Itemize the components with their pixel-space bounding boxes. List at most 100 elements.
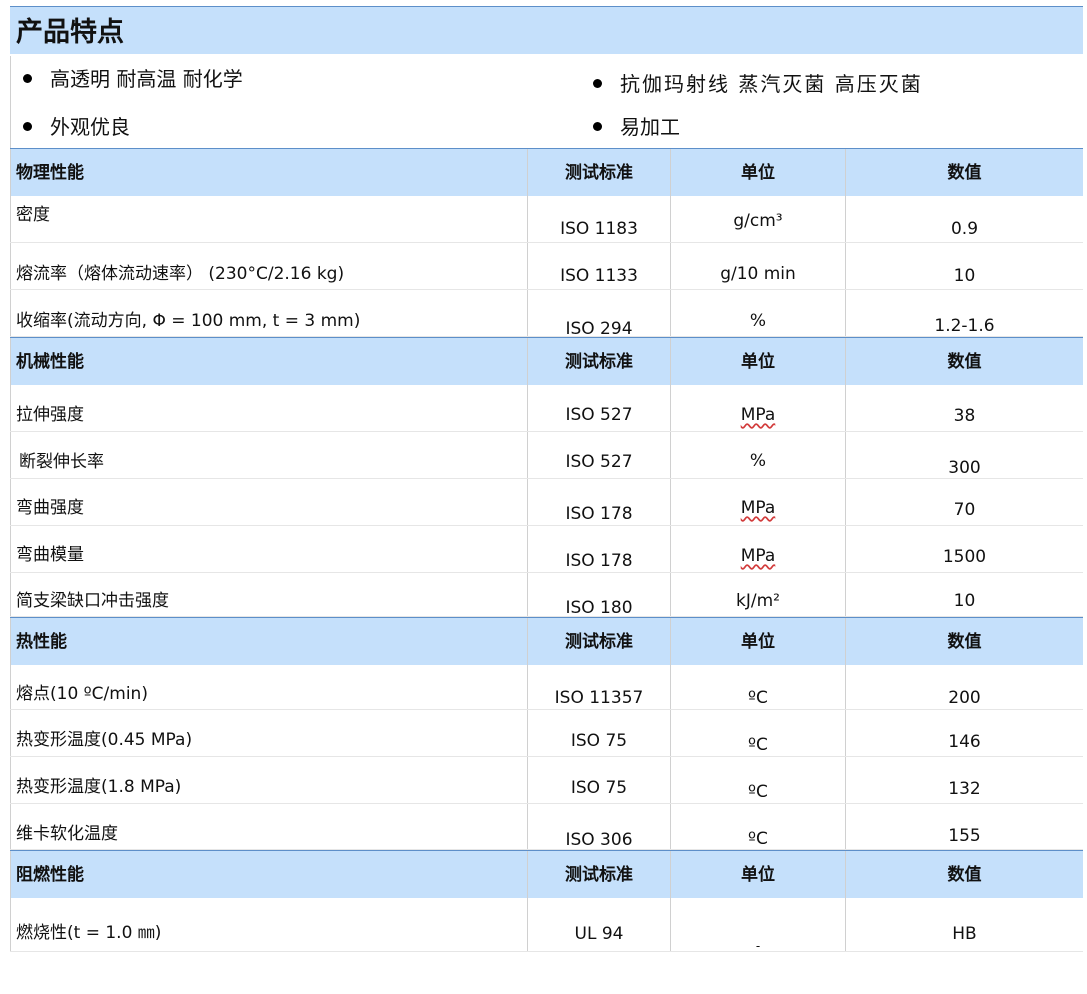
column-header-value: 数值: [845, 618, 1083, 665]
unit-cell: ºC: [670, 804, 845, 849]
feature-text: 高透明 耐高温 耐化学: [50, 67, 243, 91]
value-cell: 10: [845, 573, 1083, 616]
spec-sheet: 产品特点 高透明 耐高温 耐化学 抗伽玛射线 蒸汽灭菌 高压灭菌 外观优良 易加…: [0, 0, 1087, 953]
property-text: 热变形温度(1.8 MPa): [16, 777, 182, 797]
unit-cell: ºC: [670, 757, 845, 803]
feature-item: 外观优良: [23, 115, 130, 139]
bullet-icon: [23, 74, 32, 83]
unit-text: MPa: [740, 546, 776, 566]
table-row: 维卡软化温度 ISO 306 ºC 155: [10, 804, 1083, 850]
standard-cell: ISO 306: [527, 804, 670, 850]
unit-cell: %: [670, 432, 845, 478]
table-row: 热变形温度(1.8 MPa) ISO 75 ºC 132: [10, 757, 1083, 804]
unit-cell: MPa: [670, 526, 845, 572]
value-cell: 10: [845, 243, 1083, 289]
property-cell: 维卡软化温度: [10, 804, 527, 849]
value-cell: 70: [845, 479, 1083, 525]
column-header-standard: 测试标准: [527, 149, 670, 196]
property-cell: 燃烧性(t = 1.0 ㎜): [10, 898, 527, 951]
standard-cell: ISO 75: [527, 710, 670, 756]
bullet-icon: [23, 122, 32, 131]
property-cell: 熔流率（熔体流动速率） (230°C/2.16 kg): [10, 243, 527, 289]
table-row: 收缩率(流动方向, Φ = 100 mm, t = 3 mm) ISO 294 …: [10, 290, 1083, 339]
unit-cell: %: [670, 290, 845, 336]
standard-cell: ISO 527: [527, 385, 670, 431]
standard-cell: ISO 1183: [527, 196, 670, 242]
section-title: 机械性能: [10, 338, 527, 385]
table-row: 弯曲强度 ISO 178 MPa 70: [10, 479, 1083, 526]
section-header-physical: 物理性能 测试标准 单位 数值: [10, 148, 1083, 196]
table-row: 热变形温度(0.45 MPa) ISO 75 ºC 146: [10, 710, 1083, 757]
standard-cell: ISO 11357: [527, 665, 670, 709]
feature-text: 外观优良: [50, 115, 130, 139]
table-row: 熔流率（熔体流动速率） (230°C/2.16 kg) ISO 1133 g/1…: [10, 243, 1083, 290]
table-row: 熔点(10 ºC/min) ISO 11357 ºC 200: [10, 665, 1083, 710]
table-row: 密度 ISO 1183 g/cm³ 0.9: [10, 196, 1083, 243]
value-cell: 146: [845, 710, 1083, 756]
value-cell: 1500: [845, 526, 1083, 572]
section-header-mechanical: 机械性能 测试标准 单位 数值: [10, 337, 1083, 385]
feature-list: 高透明 耐高温 耐化学 抗伽玛射线 蒸汽灭菌 高压灭菌 外观优良 易加工: [10, 56, 1084, 148]
section-title: 阻燃性能: [10, 851, 527, 898]
column-header-value: 数值: [845, 851, 1083, 898]
unit-cell: ºC: [670, 665, 845, 709]
table-row: 燃烧性(t = 1.0 ㎜) UL 94 - HB: [10, 898, 1083, 953]
property-cell: 简支梁缺口冲击强度: [10, 573, 527, 616]
feature-item: 易加工: [593, 115, 680, 139]
standard-cell: ISO 75: [527, 757, 670, 803]
value-cell: 38: [845, 385, 1083, 431]
property-cell: 热变形温度(1.8 MPa): [10, 757, 527, 803]
unit-cell: kJ/m²: [670, 573, 845, 616]
property-cell: 热变形温度(0.45 MPa): [10, 710, 527, 756]
column-header-standard: 测试标准: [527, 338, 670, 385]
property-cell: 熔点(10 ºC/min): [10, 665, 527, 709]
standard-cell: UL 94: [527, 898, 670, 951]
standard-cell: ISO 178: [527, 479, 670, 525]
column-header-unit: 单位: [670, 149, 845, 196]
table-row: 断裂伸长率 ISO 527 % 300: [10, 432, 1083, 479]
column-header-value: 数值: [845, 338, 1083, 385]
column-header-standard: 测试标准: [527, 618, 670, 665]
section-title: 热性能: [10, 618, 527, 665]
standard-cell: ISO 1133: [527, 243, 670, 289]
unit-cell: g/cm³: [670, 196, 845, 242]
value-cell: 300: [845, 432, 1083, 478]
section-header-thermal: 热性能 测试标准 单位 数值: [10, 617, 1083, 665]
bullet-icon: [593, 122, 602, 131]
standard-cell: ISO 527: [527, 432, 670, 478]
feature-item: 高透明 耐高温 耐化学: [23, 67, 243, 91]
unit-text: MPa: [740, 498, 776, 518]
value-cell: 132: [845, 757, 1083, 803]
unit-cell: MPa: [670, 479, 845, 525]
property-cell: 拉伸强度: [10, 385, 527, 431]
feature-text: 抗伽玛射线 蒸汽灭菌 高压灭菌: [620, 72, 923, 96]
standard-cell: ISO 180: [527, 573, 670, 618]
unit-cell: ºC: [670, 710, 845, 756]
property-cell: 密度: [10, 196, 527, 242]
table-row: 拉伸强度 ISO 527 MPa 38: [10, 385, 1083, 432]
property-cell: 断裂伸长率: [10, 432, 527, 478]
section-header-flame: 阻燃性能 测试标准 单位 数值: [10, 850, 1083, 898]
property-cell: 收缩率(流动方向, Φ = 100 mm, t = 3 mm): [10, 290, 527, 336]
table-row: 简支梁缺口冲击强度 ISO 180 kJ/m² 10: [10, 573, 1083, 618]
bullet-icon: [593, 79, 602, 88]
column-header-unit: 单位: [670, 618, 845, 665]
property-cell: 弯曲模量: [10, 526, 527, 572]
column-header-standard: 测试标准: [527, 851, 670, 898]
unit-cell: MPa: [670, 385, 845, 431]
value-cell: HB: [845, 898, 1083, 951]
standard-cell: ISO 294: [527, 290, 670, 339]
standard-cell: ISO 178: [527, 526, 670, 572]
property-text: 热变形温度(0.45 MPa): [16, 730, 193, 750]
unit-cell: g/10 min: [670, 243, 845, 289]
value-cell: 200: [845, 665, 1083, 709]
unit-cell: -: [670, 898, 845, 953]
table-row: 弯曲模量 ISO 178 MPa 1500: [10, 526, 1083, 573]
feature-item: 抗伽玛射线 蒸汽灭菌 高压灭菌: [593, 72, 923, 96]
value-cell: 0.9: [845, 196, 1083, 242]
page-title: 产品特点: [10, 6, 1083, 54]
section-title: 物理性能: [10, 149, 527, 196]
column-header-unit: 单位: [670, 851, 845, 898]
value-cell: 1.2-1.6: [845, 290, 1083, 336]
feature-text: 易加工: [620, 115, 680, 139]
